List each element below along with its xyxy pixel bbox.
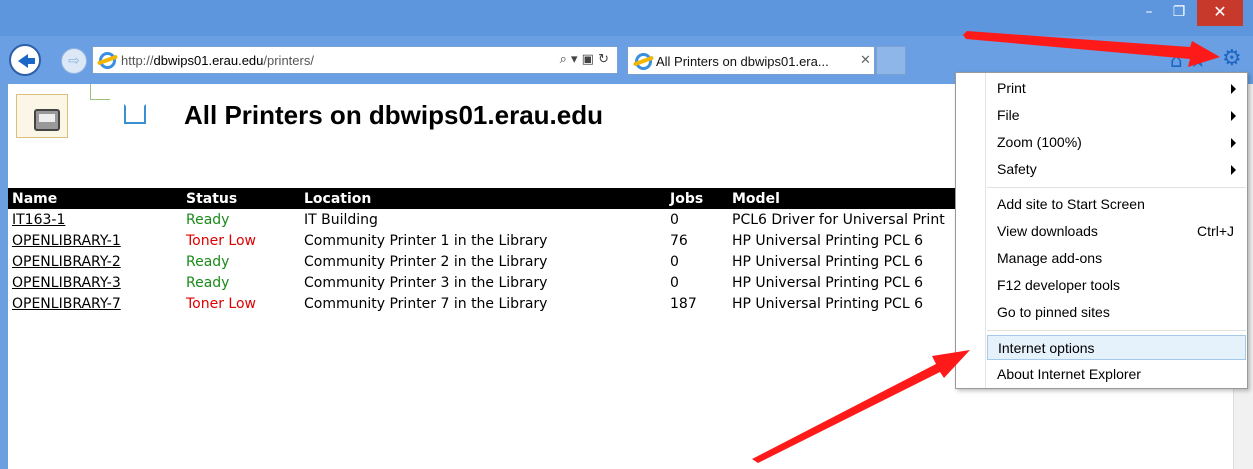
header-location: Location	[300, 188, 666, 209]
title-bar: – ❐ ✕	[0, 0, 1253, 36]
status-cell: Ready	[186, 211, 230, 228]
close-window-button[interactable]: ✕	[1197, 0, 1243, 26]
menu-item-label: Manage add-ons	[997, 250, 1103, 266]
menu-item-label: Zoom (100%)	[997, 134, 1082, 150]
minimize-button[interactable]: –	[1135, 0, 1163, 26]
menu-item-label: Internet options	[998, 340, 1095, 356]
ie-site-icon	[99, 52, 116, 69]
status-cell: Ready	[186, 274, 230, 291]
menu-gutter	[956, 73, 986, 388]
home-favorites-icons[interactable]: ⌂ ★	[1170, 48, 1207, 72]
new-tab-button[interactable]	[876, 46, 906, 75]
tab-label: All Printers on dbwips01.era...	[656, 54, 829, 69]
back-button[interactable]	[9, 44, 41, 76]
location-cell: Community Printer 1 in the Library	[304, 232, 548, 249]
header-status: Status	[182, 188, 300, 209]
menu-item-f12[interactable]: F12 developer tools	[987, 273, 1246, 298]
maximize-button[interactable]: ❐	[1165, 0, 1193, 26]
printer-link[interactable]: OPENLIBRARY-2	[12, 254, 121, 270]
menu-item-add-site[interactable]: Add site to Start Screen	[987, 192, 1246, 217]
tab-ie-icon	[635, 53, 652, 70]
printer-name-cell: OPENLIBRARY-1	[8, 230, 182, 251]
address-bar[interactable]: http://dbwips01.erau.edu/printers/ ⌕ ▾ ▣…	[92, 46, 618, 74]
location-cell: IT Building	[304, 211, 378, 228]
menu-item-about-ie[interactable]: About Internet Explorer	[987, 362, 1246, 387]
menu-separator	[987, 187, 1246, 188]
gear-icon[interactable]: ⚙	[1222, 46, 1242, 71]
menu-item-label: Print	[997, 80, 1026, 96]
menu-item-label: Go to pinned sites	[997, 304, 1110, 320]
menu-item-internet-options[interactable]: Internet options	[987, 335, 1246, 360]
jobs-cell: 0	[670, 274, 679, 291]
status-cell: Ready	[186, 253, 230, 270]
printer-link[interactable]: OPENLIBRARY-1	[12, 233, 121, 249]
url-path: /printers/	[263, 53, 314, 68]
menu-item-safety[interactable]: Safety	[987, 157, 1246, 182]
printer-link[interactable]: OPENLIBRARY-7	[12, 296, 121, 312]
menu-item-manage-addons[interactable]: Manage add-ons	[987, 246, 1246, 271]
status-cell: Toner Low	[186, 295, 256, 312]
printer-logo	[16, 94, 68, 138]
tab-close-icon[interactable]: ✕	[860, 53, 871, 68]
printer-link[interactable]: IT163-1	[12, 212, 65, 228]
printer-link[interactable]: OPENLIBRARY-3	[12, 275, 121, 291]
menu-shortcut: Ctrl+J	[1197, 223, 1234, 239]
menu-item-label: Safety	[997, 161, 1037, 177]
jobs-cell: 0	[670, 253, 679, 270]
url-host: dbwips01.erau.edu	[153, 53, 264, 68]
submenu-arrow-icon	[1231, 138, 1236, 148]
forward-button[interactable]: ⇨	[61, 48, 87, 74]
printer-name-cell: IT163-1	[8, 209, 182, 230]
header-jobs: Jobs	[666, 188, 728, 209]
jobs-cell: 0	[670, 211, 679, 228]
menu-item-zoom[interactable]: Zoom (100%)	[987, 130, 1246, 155]
menu-separator	[987, 330, 1246, 331]
url-text[interactable]: http://dbwips01.erau.edu/printers/	[121, 53, 314, 68]
menu-item-file[interactable]: File	[987, 103, 1246, 128]
location-cell: Community Printer 3 in the Library	[304, 274, 548, 291]
submenu-arrow-icon	[1231, 111, 1236, 121]
menu-item-pinned-sites[interactable]: Go to pinned sites	[987, 300, 1246, 325]
location-cell: Community Printer 2 in the Library	[304, 253, 548, 270]
decorative-corner	[90, 84, 110, 100]
printer-name-cell: OPENLIBRARY-2	[8, 251, 182, 272]
menu-item-print[interactable]: Print	[987, 76, 1246, 101]
jobs-cell: 187	[670, 295, 697, 312]
menu-item-label: View downloads	[997, 223, 1098, 239]
menu-item-label: About Internet Explorer	[997, 366, 1141, 382]
menu-item-label: File	[997, 107, 1020, 123]
jobs-cell: 76	[670, 232, 688, 249]
status-cell: Toner Low	[186, 232, 256, 249]
menu-item-label: F12 developer tools	[997, 277, 1120, 293]
location-cell: Community Printer 7 in the Library	[304, 295, 548, 312]
printer-icon	[34, 109, 60, 131]
printer-name-cell: OPENLIBRARY-3	[8, 272, 182, 293]
submenu-arrow-icon	[1231, 165, 1236, 175]
browser-window: – ❐ ✕ ⇨ http://dbwips01.erau.edu/printer…	[0, 0, 1253, 469]
menu-item-view-downloads[interactable]: View downloads Ctrl+J	[987, 219, 1246, 244]
url-prefix: http://	[121, 53, 154, 68]
page-title: All Printers on dbwips01.erau.edu	[184, 100, 603, 130]
tools-menu: Print File Zoom (100%) Safety Add site t…	[955, 72, 1248, 389]
printer-name-cell: OPENLIBRARY-7	[8, 293, 182, 314]
menu-item-label: Add site to Start Screen	[997, 196, 1145, 212]
header-name: Name	[8, 188, 182, 209]
submenu-arrow-icon	[1231, 84, 1236, 94]
tab-all-printers[interactable]: All Printers on dbwips01.era... ✕	[627, 46, 875, 75]
search-refresh-icons[interactable]: ⌕ ▾ ▣ ↻	[560, 52, 609, 67]
decorative-bracket	[124, 104, 146, 124]
